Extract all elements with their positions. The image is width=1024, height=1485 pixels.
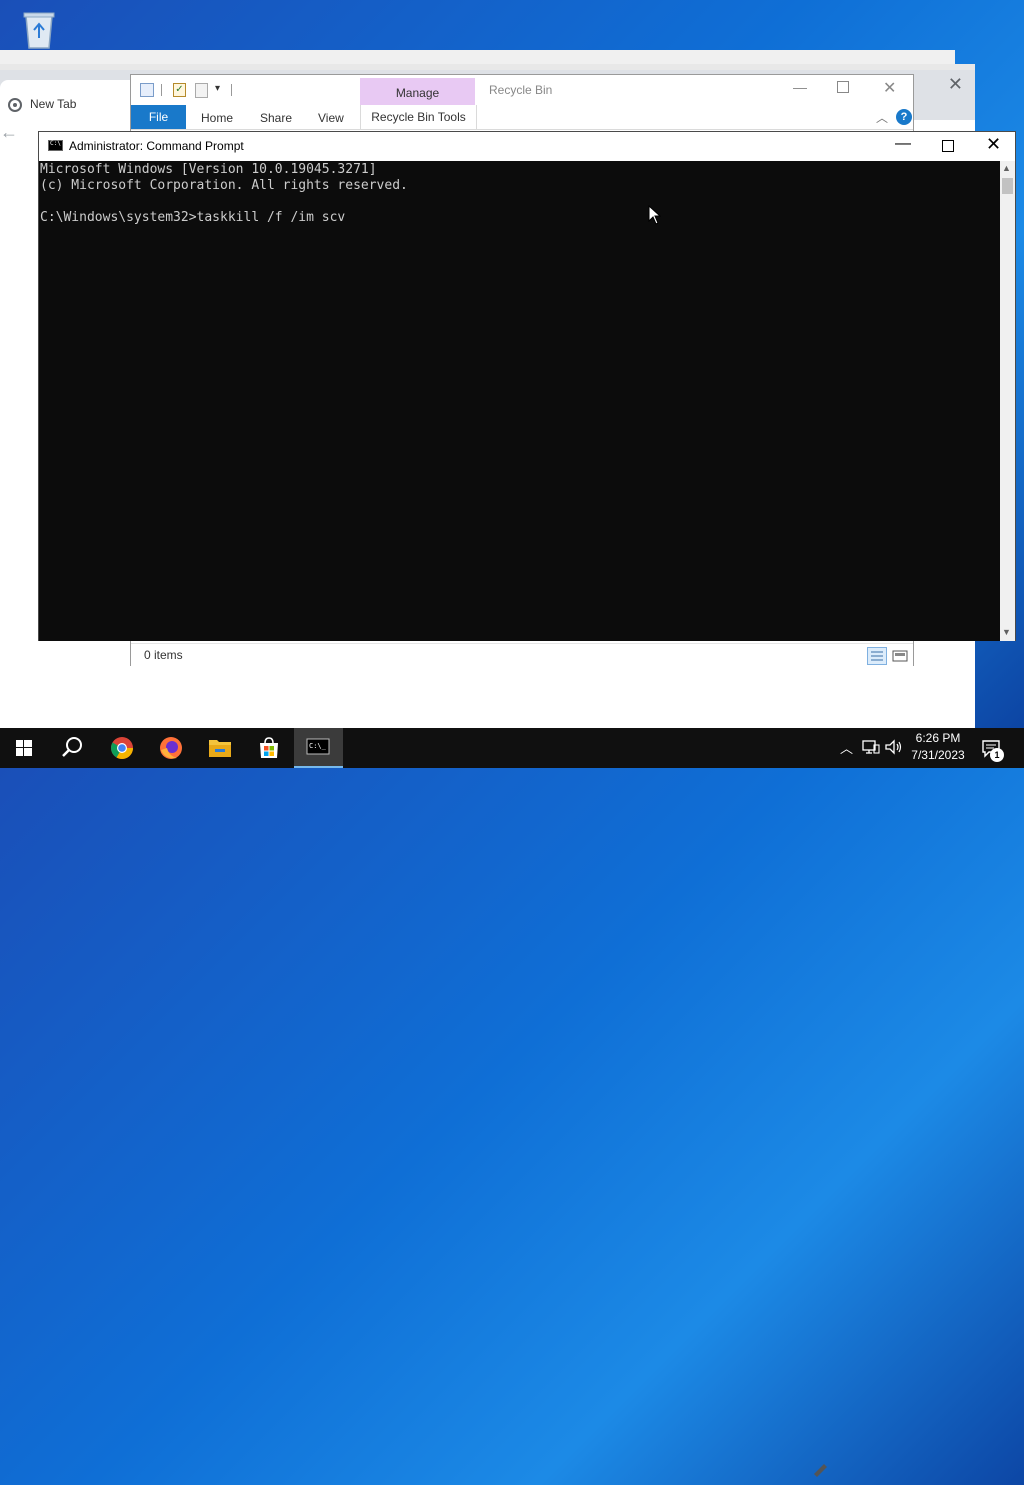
clock-time[interactable]: 6:26 PM <box>905 731 971 745</box>
console-line: Microsoft Windows [Version 10.0.19045.32… <box>40 162 377 177</box>
chrome-tab-icon <box>8 98 22 112</box>
browser-close-button[interactable]: ✕ <box>948 74 963 95</box>
qat-dropdown-icon[interactable]: ▾ <box>215 83 220 94</box>
explorer-title-bar: ✓ ▾ Manage Recycle Bin — ✕ <box>131 75 913 106</box>
pen-icon <box>810 1458 840 1480</box>
cmd-close-button[interactable]: ✕ <box>986 134 1001 155</box>
ribbon-collapse-icon[interactable]: ︿ <box>876 109 888 126</box>
microsoft-store-icon[interactable] <box>245 728 293 768</box>
cmd-title-bar: Administrator: Command Prompt — ✕ <box>39 132 1015 161</box>
explorer-app-icon[interactable] <box>140 83 154 97</box>
cmd-minimize-button[interactable]: — <box>895 135 911 153</box>
large-icons-view-icon[interactable] <box>891 647 909 665</box>
mouse-pointer-icon <box>648 204 662 225</box>
scroll-up-arrow-icon[interactable]: ▲ <box>1002 163 1011 173</box>
console-output[interactable]: Microsoft Windows [Version 10.0.19045.32… <box>39 161 1000 641</box>
network-icon[interactable] <box>862 739 880 755</box>
scroll-thumb[interactable] <box>1002 178 1013 194</box>
volume-icon[interactable] <box>884 738 904 756</box>
explorer-status-bar: 0 items <box>131 643 913 666</box>
svg-text:C:\_: C:\_ <box>309 742 327 750</box>
taskbar: C:\_ ︿ 6:26 PM 7/31/2023 1 <box>0 728 1024 1477</box>
explorer-minimize-button[interactable]: — <box>793 79 807 95</box>
command-prompt-taskbar-button[interactable]: C:\_ <box>294 728 343 768</box>
cmd-vertical-scrollbar[interactable]: ▲ ▼ <box>1000 161 1015 641</box>
manage-label: Manage <box>395 86 440 100</box>
chrome-icon[interactable] <box>98 728 146 768</box>
search-icon[interactable] <box>48 728 96 768</box>
firefox-icon[interactable] <box>147 728 195 768</box>
ribbon-tab-home[interactable]: Home <box>201 111 233 125</box>
console-line: (c) Microsoft Corporation. All rights re… <box>40 178 408 193</box>
clock-date[interactable]: 7/31/2023 <box>905 748 971 762</box>
contextual-tab-header-manage: Manage <box>360 78 475 106</box>
background-window <box>0 50 955 65</box>
explorer-window-title: Recycle Bin <box>489 83 553 97</box>
explorer-close-button[interactable]: ✕ <box>883 78 896 98</box>
details-view-icon[interactable] <box>867 647 887 665</box>
browser-back-button[interactable]: ← <box>0 122 18 143</box>
start-button[interactable] <box>0 728 48 768</box>
ribbon-tab-share[interactable]: Share <box>260 111 292 125</box>
ribbon-tab-view[interactable]: View <box>318 111 344 125</box>
command-prompt-window: Administrator: Command Prompt — ✕ Micros… <box>38 131 1016 641</box>
ribbon-tab-recycle-bin-tools[interactable]: Recycle Bin Tools <box>360 105 477 129</box>
scroll-down-arrow-icon[interactable]: ▼ <box>1002 627 1011 637</box>
properties-icon[interactable]: ✓ <box>173 83 186 97</box>
item-count: 0 items <box>144 648 183 662</box>
new-folder-icon[interactable] <box>195 83 208 98</box>
command-prompt-icon[interactable] <box>48 140 63 151</box>
recycle-bin-icon[interactable] <box>18 8 60 50</box>
cmd-maximize-button[interactable] <box>942 140 954 152</box>
explorer-maximize-button[interactable] <box>837 81 849 93</box>
cmd-window-title: Administrator: Command Prompt <box>69 139 244 153</box>
browser-tab-new-tab[interactable]: New Tab <box>0 80 140 120</box>
qat-separator <box>231 84 232 96</box>
browser-tab-label: New Tab <box>30 97 77 111</box>
ribbon-tab-file[interactable]: File <box>131 105 186 129</box>
help-icon[interactable]: ? <box>896 109 912 125</box>
notification-count-badge: 1 <box>990 748 1004 762</box>
console-prompt-line[interactable]: C:\Windows\system32>taskkill /f /im scv <box>40 210 345 226</box>
qat-separator <box>161 84 162 96</box>
show-hidden-icons-icon[interactable]: ︿ <box>840 738 853 757</box>
ribbon-tab-strip <box>131 105 913 130</box>
file-explorer-icon[interactable] <box>196 728 244 768</box>
